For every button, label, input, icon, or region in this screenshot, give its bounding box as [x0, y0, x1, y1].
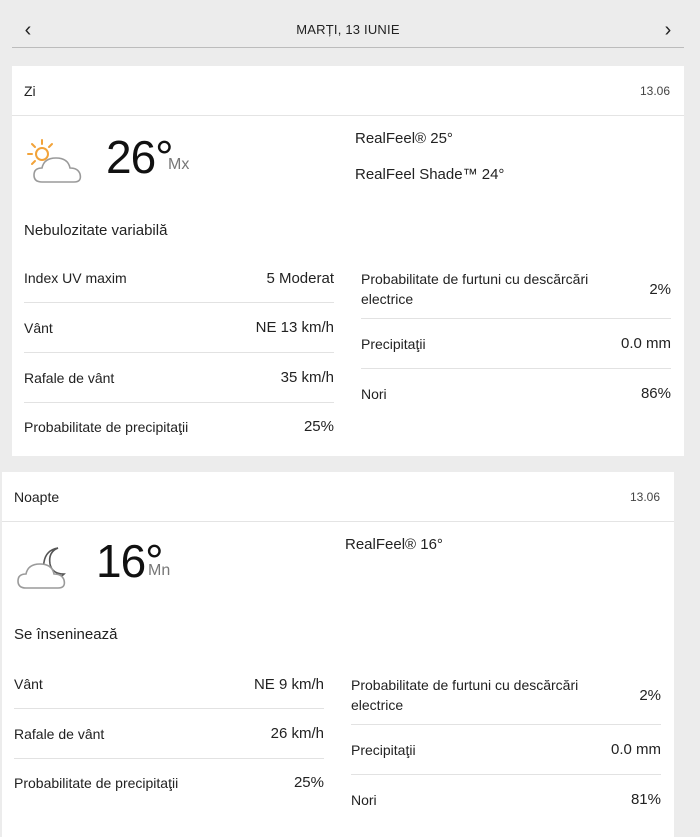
day-precip-row: Precipitaţii 0.0 mm	[361, 318, 671, 368]
row-value: 26 km/h	[270, 725, 324, 742]
day-realfeel-shade: RealFeel Shade™ 24°	[355, 166, 505, 183]
night-realfeel: RealFeel® 16°	[345, 536, 443, 553]
row-label: Probabilitate de precipitaţii	[14, 774, 179, 791]
day-realfeel: RealFeel® 25°	[355, 130, 453, 147]
night-forecast-card: Noapte 13.06 16° Mn RealFeel® 16° Se îns…	[2, 472, 674, 837]
row-label: Rafale de vânt	[24, 369, 115, 386]
day-temperature-unit: Mx	[168, 156, 190, 173]
day-phrase: Nebulozitate variabilă	[24, 222, 168, 239]
row-label: Vânt	[24, 319, 53, 336]
row-label: Vânt	[14, 676, 43, 692]
cloudy-moon-icon	[17, 547, 66, 589]
row-value: 2%	[649, 280, 671, 298]
night-precip-prob-row: Probabilitate de precipitaţii 25%	[14, 758, 324, 806]
night-gusts-row: Rafale de vânt 26 km/h	[14, 708, 324, 758]
row-value: NE 9 km/h	[253, 675, 324, 693]
row-value: 25%	[293, 774, 324, 791]
row-label: Probabilitate de furtuni cu descărcări e…	[361, 271, 589, 307]
night-wind-row: Vânt NE 9 km/h	[14, 660, 324, 708]
row-label: Probabilitate de furtuni cu descărcări e…	[351, 677, 579, 713]
row-value: 35 km/h	[280, 369, 334, 386]
night-temperature-unit: Mn	[148, 562, 171, 579]
day-card-header: Zi 13.06	[12, 66, 684, 116]
current-date-title: MARȚI, 13 IUNIE	[296, 22, 400, 37]
day-date: 13.06	[639, 83, 670, 98]
night-thunder-row: Probabilitate de furtuni cu descărcări e…	[351, 666, 661, 724]
night-clouds-row: Nori 81%	[351, 774, 661, 824]
date-navigation: ‹ MARȚI, 13 IUNIE ›	[12, 12, 684, 48]
day-forecast-card: Zi 13.06 26° Mx RealFeel® 25° RealFeel S…	[12, 66, 684, 456]
row-value: 0.0 mm	[620, 335, 671, 352]
row-value: 25%	[303, 418, 334, 435]
row-label: Rafale de vânt	[14, 725, 105, 742]
row-label: Precipitaţii	[351, 741, 416, 758]
row-value: NE 13 km/h	[255, 319, 334, 336]
next-day-button[interactable]: ›	[656, 18, 680, 42]
partly-sunny-icon	[27, 139, 82, 183]
night-date: 13.06	[629, 489, 660, 504]
row-value: 86%	[640, 385, 671, 402]
night-label: Noapte	[14, 488, 60, 505]
night-phrase: Se înseninează	[14, 626, 118, 643]
row-label: Nori	[351, 791, 377, 808]
row-label: Precipitaţii	[361, 335, 426, 352]
day-thunder-row: Probabilitate de furtuni cu descărcări e…	[361, 260, 671, 318]
row-label: Nori	[361, 385, 387, 402]
row-label: Index UV maxim	[24, 270, 127, 286]
row-value: 0.0 mm	[610, 741, 661, 758]
night-card-header: Noapte 13.06	[2, 472, 674, 522]
chevron-left-icon: ‹	[24, 18, 32, 41]
day-precip-prob-row: Probabilitate de precipitaţii 25%	[24, 402, 334, 450]
row-value: 5 Moderat	[266, 269, 334, 287]
day-clouds-row: Nori 86%	[361, 368, 671, 418]
day-wind-row: Vânt NE 13 km/h	[24, 302, 334, 352]
row-label: Probabilitate de precipitaţii	[24, 418, 189, 435]
night-precip-row: Precipitaţii 0.0 mm	[351, 724, 661, 774]
day-uv-row: Index UV maxim 5 Moderat	[24, 254, 334, 302]
previous-day-button[interactable]: ‹	[16, 18, 40, 42]
chevron-right-icon: ›	[664, 18, 672, 41]
day-label: Zi	[24, 82, 36, 99]
row-value: 81%	[630, 791, 661, 808]
row-value: 2%	[639, 686, 661, 704]
day-temperature: 26°	[106, 131, 174, 183]
day-gusts-row: Rafale de vânt 35 km/h	[24, 352, 334, 402]
